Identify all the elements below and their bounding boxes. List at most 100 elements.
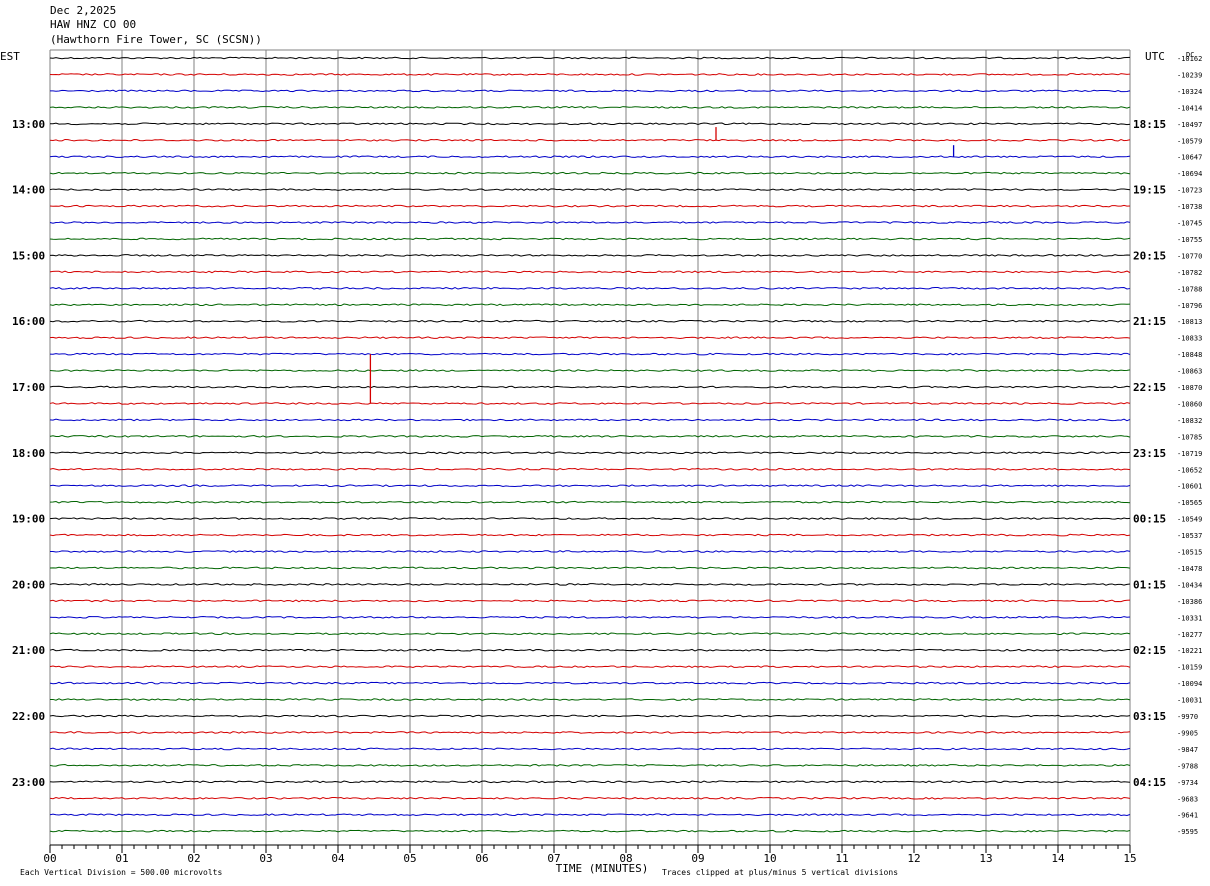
seismic-trace (49, 336, 1131, 339)
left-hour-label: 13:00 (12, 118, 45, 131)
dc-offset-label: -10549 (1177, 516, 1202, 524)
dc-offset-label: -10386 (1177, 598, 1202, 606)
seismic-trace (49, 73, 1131, 76)
seismic-trace (49, 385, 1131, 389)
trace-layer (49, 56, 1131, 833)
dc-offset-label: -10565 (1177, 499, 1202, 507)
left-hour-label: 19:00 (12, 513, 45, 526)
seismic-trace (49, 583, 1131, 586)
dc-offset-label: -10652 (1177, 466, 1202, 474)
dc-offset-label: -9683 (1177, 795, 1198, 803)
dc-offset-label: -10277 (1177, 631, 1202, 639)
left-hour-label: 22:00 (12, 710, 45, 723)
dc-offset-label: -10159 (1177, 664, 1202, 672)
dc-offset-label: -10694 (1177, 170, 1202, 178)
dc-offset-label: -9970 (1177, 713, 1198, 721)
right-hour-label: 02:15 (1133, 644, 1166, 657)
seismic-trace (49, 237, 1131, 241)
seismic-trace (49, 681, 1131, 685)
seismic-trace (49, 632, 1131, 636)
seismic-trace (49, 533, 1131, 537)
seismic-trace (49, 402, 1131, 405)
seismic-trace (49, 106, 1131, 109)
right-hour-label: 18:15 (1133, 118, 1166, 131)
dc-offset-label: -10239 (1177, 71, 1202, 79)
seismic-trace (49, 303, 1131, 307)
right-hour-label: 00:15 (1133, 513, 1166, 526)
seismic-trace (49, 764, 1131, 767)
dc-offset-label: -10848 (1177, 351, 1202, 359)
clip-note: Traces clipped at plus/minus 5 vertical … (662, 868, 898, 877)
dc-offset-label: -10434 (1177, 581, 1202, 589)
seismic-trace (49, 615, 1131, 619)
x-tick-label: 09 (691, 852, 704, 865)
dc-offset-label: -10870 (1177, 384, 1202, 392)
seismic-trace (49, 599, 1131, 603)
left-hour-label: 18:00 (12, 447, 45, 460)
seismic-trace (49, 714, 1131, 718)
left-hour-label: 17:00 (12, 381, 45, 394)
seismic-trace (49, 665, 1131, 669)
seismic-trace (50, 89, 1131, 93)
seismic-trace (49, 780, 1131, 784)
dc-offset-label: -10094 (1177, 680, 1202, 688)
seismic-trace (49, 731, 1131, 734)
left-hour-label: 15:00 (12, 249, 45, 262)
seismic-trace (49, 155, 1131, 159)
dc-offset-label: -10579 (1177, 137, 1202, 145)
dc-offset-label: -10723 (1177, 187, 1202, 195)
dc-offset-label: -9905 (1177, 729, 1198, 737)
seismic-trace (49, 698, 1131, 701)
dc-offset-label: -10601 (1177, 483, 1202, 491)
dc-offset-label: -10221 (1177, 647, 1202, 655)
seismic-trace (49, 813, 1131, 817)
x-tick-label: 01 (115, 852, 128, 865)
dc-offset-label: -10031 (1177, 697, 1202, 705)
left-hour-label: 21:00 (12, 644, 45, 657)
dc-offset-label: -10537 (1177, 532, 1202, 540)
dc-offset-label: -10832 (1177, 417, 1202, 425)
left-hour-label: 23:00 (12, 776, 45, 789)
dc-offset-label: -10833 (1177, 335, 1202, 343)
right-hour-label: 19:15 (1133, 184, 1166, 197)
left-hour-label: 16:00 (12, 315, 45, 328)
dc-offset-label: -10796 (1177, 302, 1202, 310)
right-hour-label: 04:15 (1133, 776, 1166, 789)
seismic-trace (49, 517, 1131, 520)
seismic-trace (49, 204, 1131, 208)
dc-offset-label: -9847 (1177, 746, 1198, 754)
right-hour-label: 03:15 (1133, 710, 1166, 723)
x-tick-label: 06 (475, 852, 488, 865)
dc-offset-label: -10414 (1177, 104, 1202, 112)
left-zone-label: EST (0, 50, 20, 63)
dc-offset-label: -10719 (1177, 450, 1202, 458)
x-tick-label: 08 (619, 852, 632, 865)
seismic-trace (49, 369, 1131, 372)
dc-offset-label: -10478 (1177, 565, 1202, 573)
seismic-trace (49, 352, 1131, 356)
seismic-trace (49, 829, 1131, 833)
right-hour-label: 20:15 (1133, 249, 1166, 262)
seismic-trace (49, 171, 1131, 175)
x-tick-label: 12 (907, 852, 920, 865)
seismic-trace (49, 254, 1131, 257)
dc-offset-label: -10785 (1177, 433, 1202, 441)
dc-offset-label: -10813 (1177, 318, 1202, 326)
seismic-trace (49, 188, 1131, 191)
dc-offset-label: -10863 (1177, 368, 1202, 376)
dc-offset-label: -10515 (1177, 549, 1202, 557)
dc-offset-label: -9641 (1177, 812, 1198, 820)
seismic-trace (49, 122, 1131, 126)
seismic-trace (49, 138, 1131, 142)
x-tick-label: 00 (43, 852, 56, 865)
seismic-trace (49, 500, 1131, 504)
dc-offset-label: -10324 (1177, 88, 1202, 96)
dc-offset-label: -10860 (1177, 400, 1202, 408)
dc-offset-label: -10738 (1177, 203, 1202, 211)
dc-offset-label: -9788 (1177, 762, 1198, 770)
x-tick-label: 10 (763, 852, 776, 865)
right-hour-label: 22:15 (1133, 381, 1166, 394)
seismic-trace (49, 796, 1131, 800)
right-hour-label: 01:15 (1133, 578, 1166, 591)
dc-offset-label: -10331 (1177, 614, 1202, 622)
